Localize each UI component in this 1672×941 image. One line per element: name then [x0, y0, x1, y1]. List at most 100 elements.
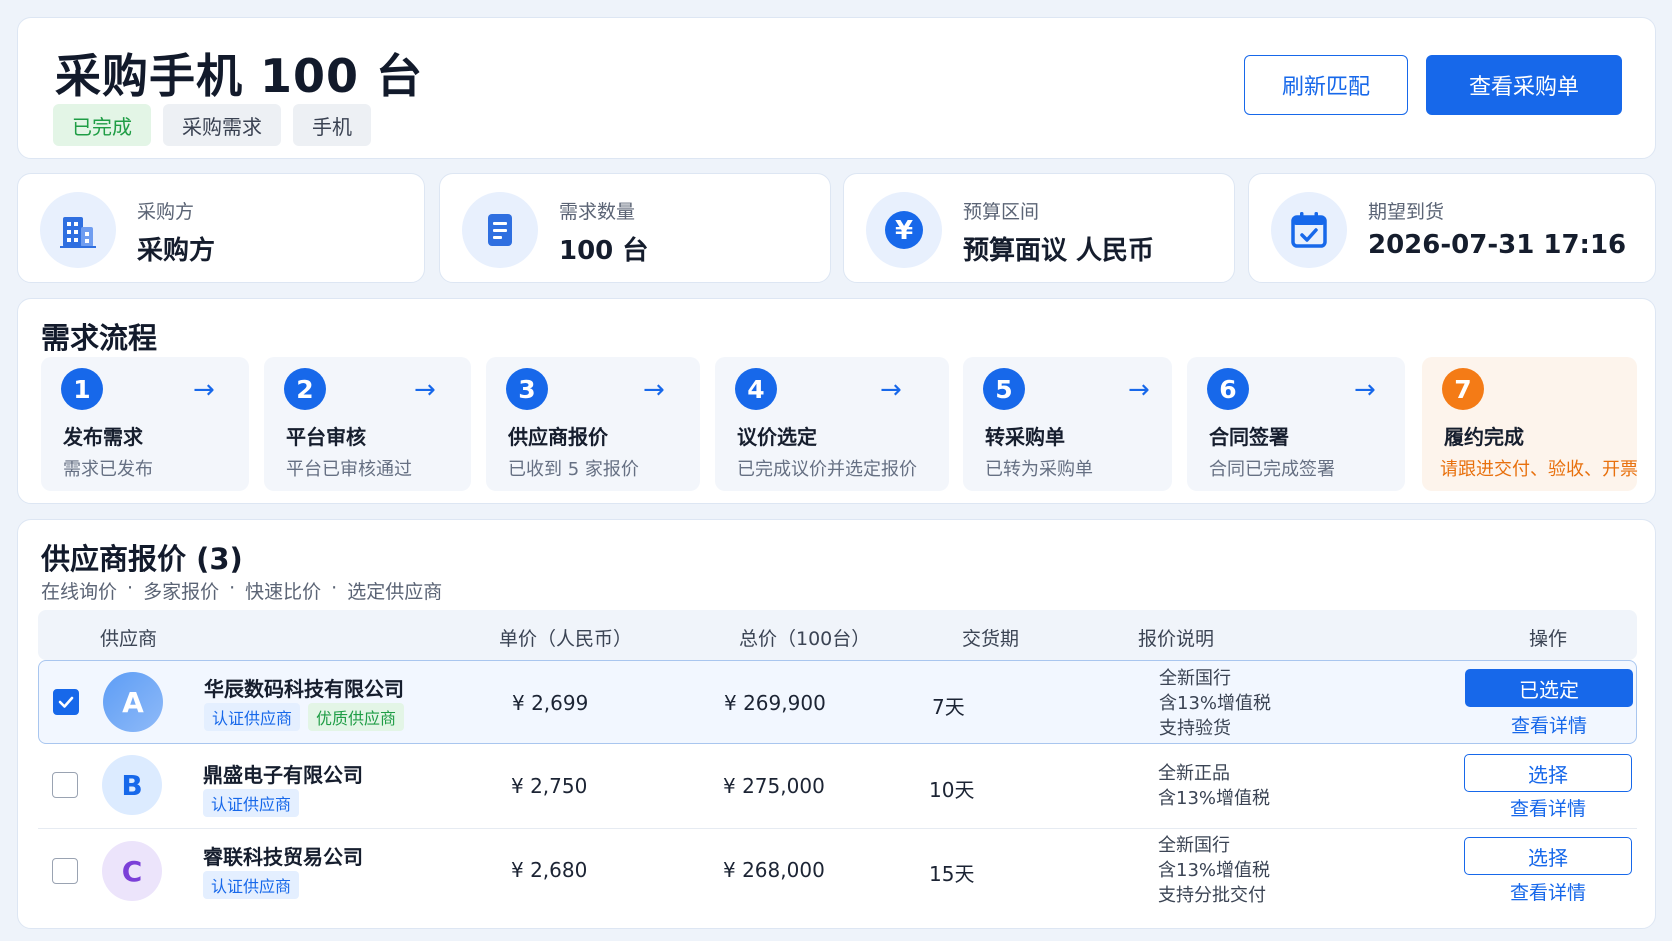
building-icon	[40, 192, 116, 268]
svg-text:¥: ¥	[895, 216, 913, 246]
flow-step-7: 7 履约完成 请跟进交付、验收、开票	[1422, 357, 1638, 491]
certified-badge: 认证供应商	[203, 871, 300, 899]
step-title: 合同签署	[1209, 425, 1289, 449]
stat-value: 100 台	[559, 236, 649, 266]
stat-label: 需求数量	[559, 201, 636, 223]
row-checkbox[interactable]	[53, 689, 79, 715]
step-title: 转采购单	[985, 425, 1065, 449]
stat-value: 采购方	[137, 236, 216, 266]
stat-label: 采购方	[137, 201, 195, 223]
flow-title: 需求流程	[41, 321, 158, 355]
step-title: 议价选定	[737, 425, 817, 449]
col-unit-price: 单价（人民币）	[499, 628, 633, 650]
table-row: C 睿联科技贸易公司 认证供应商 ¥ 2,680 ¥ 268,000 15天 全…	[38, 829, 1637, 917]
step-title: 平台审核	[286, 425, 366, 449]
step-desc: 合同已完成签署	[1209, 459, 1335, 480]
category-tag: 采购需求	[163, 104, 281, 146]
arrow-right-icon: →	[193, 375, 215, 405]
step-title: 发布需求	[63, 425, 143, 449]
step-number: 4	[735, 368, 777, 410]
page-title: 采购手机 100 台	[55, 49, 424, 103]
step-desc: 已完成议价并选定报价	[737, 459, 917, 480]
stat-card-quantity: 需求数量 100 台	[439, 173, 831, 283]
refresh-match-button[interactable]: 刷新匹配	[1244, 55, 1408, 115]
view-detail-link[interactable]: 查看详情	[1465, 711, 1633, 738]
row-checkbox[interactable]	[52, 772, 78, 798]
step-number: 1	[61, 368, 103, 410]
step-desc: 需求已发布	[63, 459, 153, 480]
row-checkbox[interactable]	[52, 858, 78, 884]
step-number: 3	[506, 368, 548, 410]
stat-value: 2026-07-31 17:16	[1368, 230, 1627, 260]
stat-value: 预算面议 人民币	[963, 236, 1155, 266]
status-tag: 已完成	[53, 104, 151, 146]
flow-step-3: 3 → 供应商报价 已收到 5 家报价	[486, 357, 700, 491]
supplier-name: 鼎盛电子有限公司	[203, 763, 363, 787]
quotes-subtitle: 在线询价 · 多家报价 · 快速比价 · 选定供应商	[41, 577, 443, 603]
step-number: 5	[983, 368, 1025, 410]
supplier-name: 华辰数码科技有限公司	[204, 677, 404, 701]
stat-card-buyer: 采购方 采购方	[17, 173, 425, 283]
view-order-button[interactable]: 查看采购单	[1426, 55, 1622, 115]
subtitle-item: 多家报价	[143, 581, 220, 603]
selected-button[interactable]: 已选定	[1465, 669, 1633, 707]
total-price: ¥ 268,000	[723, 858, 825, 882]
certified-badge: 认证供应商	[203, 789, 300, 817]
arrow-right-icon: →	[1354, 375, 1376, 405]
avatar: A	[103, 672, 163, 732]
flow-step-4: 4 → 议价选定 已完成议价并选定报价	[715, 357, 949, 491]
tag-list: 已完成 采购需求 手机	[53, 104, 371, 146]
stat-label: 期望到货	[1368, 201, 1445, 223]
select-button[interactable]: 选择	[1464, 754, 1632, 792]
table-row: B 鼎盛电子有限公司 认证供应商 ¥ 2,750 ¥ 275,000 10天 全…	[38, 744, 1637, 828]
subtitle-item: 选定供应商	[347, 581, 443, 603]
col-supplier: 供应商	[100, 628, 158, 650]
product-tag: 手机	[293, 104, 371, 146]
arrow-right-icon: →	[414, 375, 436, 405]
stat-card-delivery: 期望到货 2026-07-31 17:16	[1248, 173, 1656, 283]
flow-step-6: 6 → 合同签署 合同已完成签署	[1187, 357, 1405, 491]
quotes-title: 供应商报价 (3)	[41, 542, 243, 576]
step-number: 6	[1207, 368, 1249, 410]
flow-step-5: 5 → 转采购单 已转为采购单	[963, 357, 1172, 491]
header-card: 采购手机 100 台 已完成 采购需求 手机 刷新匹配 查看采购单	[17, 17, 1656, 159]
certified-badge: 认证供应商	[204, 703, 301, 731]
step-desc: 平台已审核通过	[286, 459, 412, 480]
view-detail-link[interactable]: 查看详情	[1464, 878, 1632, 905]
view-detail-link[interactable]: 查看详情	[1464, 794, 1632, 821]
yuan-icon: ¥	[866, 192, 942, 268]
avatar: B	[102, 755, 162, 815]
table-row: A 华辰数码科技有限公司 认证供应商 优质供应商 ¥ 2,699 ¥ 269,9…	[38, 660, 1637, 744]
flow-step-1: 1 → 发布需求 需求已发布	[41, 357, 249, 491]
col-total-price: 总价（100台）	[739, 628, 871, 650]
arrow-right-icon: →	[643, 375, 665, 405]
check-icon	[58, 696, 74, 708]
col-note: 报价说明	[1138, 628, 1215, 650]
total-price: ¥ 275,000	[723, 774, 825, 798]
subtitle-item: 快速比价	[245, 581, 322, 603]
step-desc: 已收到 5 家报价	[508, 459, 639, 480]
step-number: 7	[1442, 368, 1484, 410]
step-title: 供应商报价	[508, 425, 608, 449]
delivery-time: 15天	[929, 862, 975, 886]
supplier-name: 睿联科技贸易公司	[203, 845, 363, 869]
step-desc: 请跟进交付、验收、开票	[1440, 459, 1638, 480]
subtitle-item: 在线询价	[41, 581, 118, 603]
unit-price: ¥ 2,699	[512, 691, 589, 715]
stat-card-budget: ¥ 预算区间 预算面议 人民币	[843, 173, 1235, 283]
calendar-icon	[1271, 192, 1347, 268]
flow-step-2: 2 → 平台审核 平台已审核通过	[264, 357, 471, 491]
quote-note: 全新正品 含13%增值税	[1158, 763, 1271, 809]
step-desc: 已转为采购单	[985, 459, 1093, 480]
arrow-right-icon: →	[880, 375, 902, 405]
quote-note: 全新国行 含13%增值税 支持分批交付	[1158, 835, 1271, 906]
quote-note: 全新国行 含13%增值税 支持验货	[1159, 668, 1272, 739]
document-icon	[462, 192, 538, 268]
col-delivery: 交货期	[962, 628, 1020, 650]
quotes-card: 供应商报价 (3) 在线询价 · 多家报价 · 快速比价 · 选定供应商 供应商…	[17, 519, 1656, 929]
step-number: 2	[284, 368, 326, 410]
unit-price: ¥ 2,680	[511, 858, 588, 882]
arrow-right-icon: →	[1128, 375, 1150, 405]
unit-price: ¥ 2,750	[511, 774, 588, 798]
select-button[interactable]: 选择	[1464, 837, 1632, 875]
